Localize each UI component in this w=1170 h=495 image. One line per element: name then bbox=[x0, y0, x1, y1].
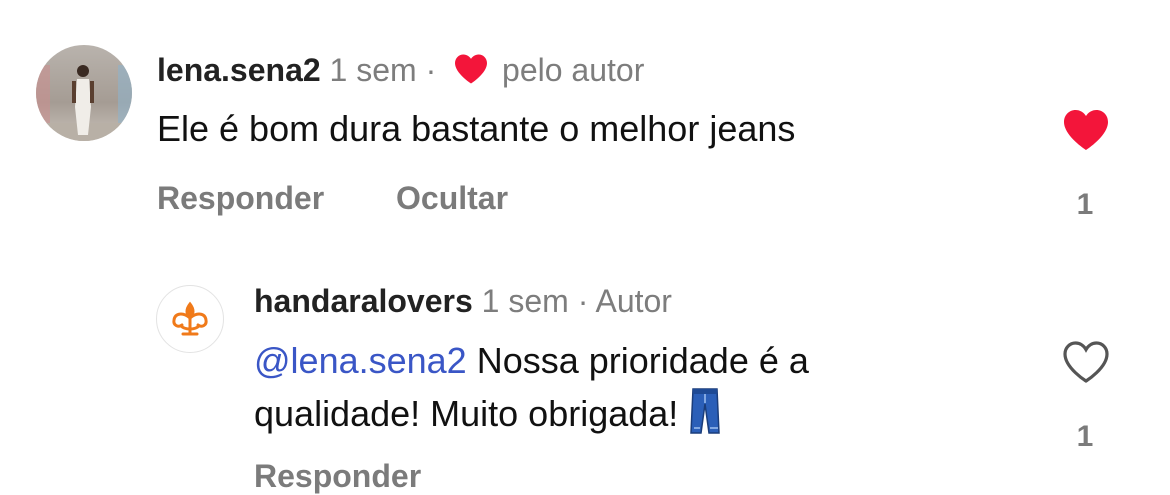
comment-like-count: 1 bbox=[1076, 188, 1094, 221]
mention-link[interactable]: @lena.sena2 bbox=[254, 340, 467, 381]
reply-time: 1 sem bbox=[481, 283, 569, 319]
comment-time: 1 sem bbox=[329, 52, 417, 88]
reply-text-part-2: qualidade! Muito obrigada! bbox=[254, 393, 689, 434]
like-button-outline-heart-icon[interactable] bbox=[1060, 340, 1112, 384]
reply-text: @lena.sena2 Nossa prioridade é a qualida… bbox=[254, 336, 809, 439]
comment-meta: lena.sena2 1 sem · pelo autor bbox=[157, 52, 644, 89]
jeans-emoji-icon bbox=[690, 388, 721, 434]
comment-text: Ele é bom dura bastante o melhor jeans bbox=[157, 108, 796, 149]
reply-text-line-1: @lena.sena2 Nossa prioridade é a bbox=[254, 336, 809, 386]
meta-separator: · bbox=[577, 283, 589, 319]
reply-text-part-1: Nossa prioridade é a bbox=[466, 340, 809, 381]
reply-like-count: 1 bbox=[1076, 420, 1094, 453]
reply-text-line-2: qualidade! Muito obrigada! bbox=[254, 386, 809, 439]
reply-username[interactable]: handaralovers bbox=[254, 283, 473, 319]
liked-by-author-label: pelo autor bbox=[502, 52, 645, 88]
author-label: Autor bbox=[595, 283, 672, 319]
hide-button[interactable]: Ocultar bbox=[396, 180, 508, 217]
like-button-filled-heart-icon[interactable] bbox=[1060, 108, 1112, 152]
reply-reply-button[interactable]: Responder bbox=[254, 458, 421, 495]
avatar-lena-sena2[interactable] bbox=[36, 45, 132, 141]
meta-separator: · bbox=[425, 52, 437, 88]
comment-username[interactable]: lena.sena2 bbox=[157, 52, 321, 88]
handara-logo-icon bbox=[172, 301, 208, 336]
reply-button[interactable]: Responder bbox=[157, 180, 324, 217]
heart-icon bbox=[455, 54, 488, 84]
reply-meta: handaralovers 1 sem · Autor bbox=[254, 283, 672, 320]
avatar-handaralovers[interactable] bbox=[156, 285, 224, 353]
